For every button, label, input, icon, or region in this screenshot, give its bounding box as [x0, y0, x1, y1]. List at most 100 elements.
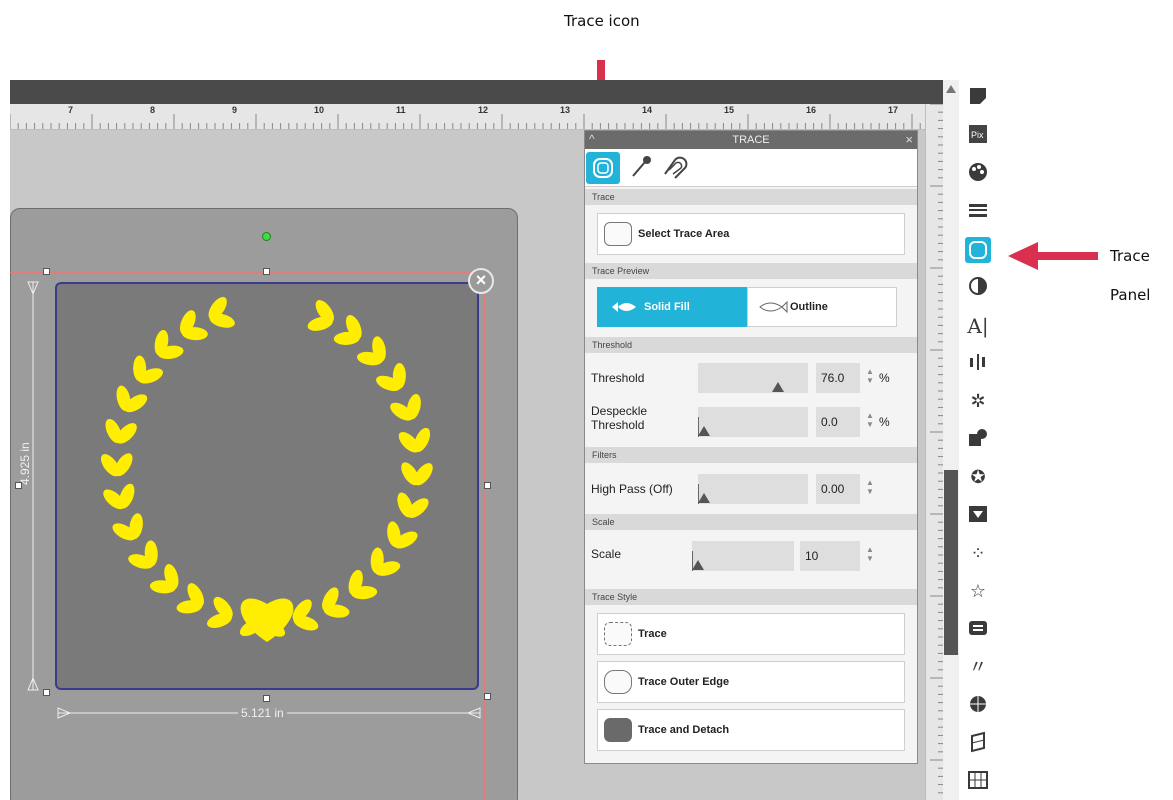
transparency-icon[interactable]	[965, 275, 991, 301]
trace-and-detach-button[interactable]: Trace and Detach	[597, 709, 905, 751]
align-icon[interactable]	[965, 351, 991, 377]
ruler-number: 15	[724, 105, 735, 115]
threshold-label: Threshold	[591, 371, 645, 385]
threshold-unit: %	[879, 371, 890, 385]
scale-value-field[interactable]: 10	[800, 541, 860, 571]
section-filters-header: Filters	[585, 447, 917, 463]
despeckle-slider[interactable]	[698, 407, 808, 437]
trace-button-label: Trace	[638, 628, 667, 640]
text-icon[interactable]: A|	[965, 313, 991, 339]
scrollbar-thumb[interactable]	[944, 470, 958, 655]
resize-handle[interactable]	[15, 482, 22, 489]
trace-outer-edge-label: Trace Outer Edge	[638, 676, 730, 688]
solid-fill-fish-icon	[612, 302, 636, 312]
despeckle-unit: %	[879, 415, 890, 429]
panel-tabs	[585, 149, 917, 187]
annotation-trace-panel-label-2: Panel	[1110, 286, 1151, 304]
offset-icon[interactable]	[965, 503, 991, 529]
scale-slider[interactable]	[692, 541, 794, 571]
trace-and-detach-label: Trace and Detach	[638, 724, 730, 736]
high-pass-spinner[interactable]: ▲ ▼	[866, 478, 874, 496]
annotation-trace-icon-label: Trace icon	[564, 12, 640, 30]
app-top-bar	[10, 80, 945, 104]
library-icon[interactable]	[965, 693, 991, 719]
magnet-tab-icon[interactable]	[659, 152, 693, 184]
despeckle-label-2: Threshold	[591, 418, 645, 432]
ruler-number: 13	[560, 105, 571, 115]
solid-fill-button[interactable]: Solid Fill	[597, 287, 747, 327]
threshold-slider[interactable]	[698, 363, 808, 393]
fill-palette-icon[interactable]	[965, 161, 991, 187]
select-trace-area-button[interactable]: Select Trace Area	[597, 213, 905, 255]
ruler-number: 8	[150, 105, 156, 115]
scale-slider-thumb[interactable]	[692, 560, 704, 570]
despeckle-value-field[interactable]: 0.0	[816, 407, 860, 437]
despeckle-slider-thumb[interactable]	[698, 426, 710, 436]
vertical-ruler	[925, 103, 944, 800]
resize-handle[interactable]	[263, 268, 270, 275]
scale-label: Scale	[591, 547, 622, 561]
select-trace-area-icon	[604, 222, 632, 246]
resize-handle[interactable]	[43, 268, 50, 275]
high-pass-slider[interactable]	[698, 474, 808, 504]
selected-image[interactable]	[55, 282, 479, 690]
panel-collapse-icon[interactable]: ^	[589, 132, 595, 146]
high-pass-slider-thumb[interactable]	[698, 493, 710, 503]
rhinestone-icon[interactable]: ⁘	[965, 541, 991, 567]
ruler-number: 11	[396, 105, 406, 115]
replicate-icon[interactable]: ✲	[965, 389, 991, 415]
svg-text:Pix: Pix	[971, 130, 984, 140]
panel-title: TRACE	[732, 134, 770, 146]
sketch-icon[interactable]: 〃	[965, 655, 991, 681]
ruler-number: 9	[232, 105, 238, 115]
outline-button[interactable]: Outline	[747, 287, 897, 327]
annotation-trace-panel-label-1: Trace	[1110, 247, 1150, 265]
despeckle-spinner[interactable]: ▲ ▼	[866, 411, 874, 429]
resize-handle[interactable]	[484, 693, 491, 700]
modify-icon[interactable]	[965, 427, 991, 453]
design-star-icon[interactable]: ✪	[965, 465, 991, 491]
scale-spinner[interactable]: ▲ ▼	[866, 545, 874, 563]
line-style-icon[interactable]	[965, 199, 991, 225]
section-trace-style-header: Trace Style	[585, 589, 917, 605]
star-outline-icon[interactable]: ☆	[965, 579, 991, 605]
solid-fill-label: Solid Fill	[644, 301, 690, 313]
map-icon[interactable]	[965, 769, 991, 795]
resize-handle[interactable]	[484, 482, 491, 489]
high-pass-value-field[interactable]: 0.00	[816, 474, 860, 504]
ruler-number: 16	[806, 105, 817, 115]
eyedropper-tab-icon[interactable]	[623, 152, 657, 184]
rotate-handle[interactable]	[262, 232, 271, 241]
delete-selection-icon[interactable]: ×	[468, 268, 494, 294]
threshold-slider-thumb[interactable]	[772, 382, 785, 392]
panel-title-bar: TRACE	[585, 131, 917, 149]
ruler-number: 12	[478, 105, 489, 115]
resize-handle[interactable]	[43, 689, 50, 696]
high-pass-label: High Pass (Off)	[591, 482, 673, 496]
pixscan-icon[interactable]: Pix	[965, 123, 991, 149]
threshold-spinner[interactable]: ▲ ▼	[866, 367, 874, 385]
threshold-value-field[interactable]: 76.0	[816, 363, 860, 393]
ruler-number: 10	[314, 105, 325, 115]
trace-style-icon	[604, 622, 632, 646]
outline-fish-icon	[759, 300, 788, 314]
trace-button[interactable]: Trace	[597, 613, 905, 655]
laurel-wreath-artwork	[100, 296, 433, 642]
trace-outer-edge-icon	[604, 670, 632, 694]
resize-handle[interactable]	[263, 695, 270, 702]
width-dimension-label: 5.121 in	[238, 706, 287, 720]
trace-panel-icon[interactable]	[965, 237, 991, 263]
page-setup-icon[interactable]	[965, 85, 991, 111]
outline-label: Outline	[790, 301, 828, 313]
vertical-scrollbar[interactable]	[943, 80, 959, 800]
select-trace-area-label: Select Trace Area	[638, 228, 730, 240]
layers-icon[interactable]	[965, 617, 991, 643]
trace-tab-icon[interactable]	[586, 152, 620, 184]
ruler-number: 17	[888, 105, 899, 115]
screenshot-root: Trace icon Trace Panel 7 8 9 10 11 12 13…	[0, 0, 1173, 800]
panel-close-icon[interactable]: ×	[905, 132, 913, 147]
ruler-number: 14	[642, 105, 653, 115]
3d-icon[interactable]	[965, 731, 991, 757]
trace-outer-edge-button[interactable]: Trace Outer Edge	[597, 661, 905, 703]
section-scale-header: Scale	[585, 514, 917, 530]
